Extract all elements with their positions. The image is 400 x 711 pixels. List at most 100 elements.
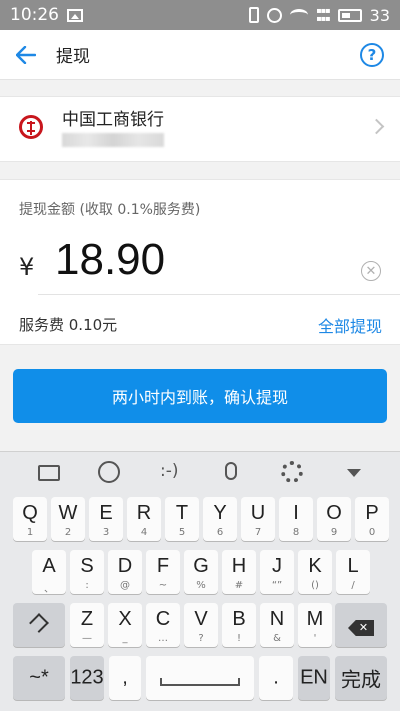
space-icon [160,678,240,686]
key-f-secondary: ~ [158,580,168,591]
key-l-secondary: / [351,580,355,591]
icbc-logo-icon [19,115,43,139]
key-m[interactable]: M ' [298,603,332,647]
settings-gear-icon[interactable] [281,461,303,483]
backspace-icon: ✕ [348,620,374,636]
key-k-label: K [308,555,322,577]
key-r[interactable]: R4 [127,497,161,541]
key-e-secondary: 3 [102,527,110,538]
key-t-secondary: 5 [178,527,186,538]
key-j[interactable]: J “” [260,550,294,594]
key-d-secondary: @ [120,580,130,591]
language-key[interactable]: EN [298,656,330,700]
key-a-label: A [42,555,56,577]
key-q[interactable]: Q1 [13,497,47,541]
amount-input[interactable]: 18.90 [55,235,165,285]
key-u-secondary: 7 [254,527,262,538]
key-o-label: O [326,502,342,524]
key-e[interactable]: E3 [89,497,123,541]
masked-account-number [62,133,164,147]
bank-card-selector[interactable]: 中国工商银行 [0,96,400,162]
key-w[interactable]: W2 [51,497,85,541]
key-t[interactable]: T5 [165,497,199,541]
key-u[interactable]: U7 [241,497,275,541]
key-j-secondary: “” [271,580,283,591]
key-g-secondary: % [196,580,206,591]
key-i[interactable]: I8 [279,497,313,541]
key-y-secondary: 6 [216,527,224,538]
done-key-label: 完成 [341,669,381,692]
key-g[interactable]: G% [184,550,218,594]
numbers-key[interactable]: 123 [70,656,104,700]
collapse-keyboard-icon[interactable] [347,469,361,477]
key-b-secondary: ! [236,633,241,644]
currency-symbol: ¥ [19,253,35,281]
key-w-label: W [58,502,78,524]
key-k[interactable]: K () [298,550,332,594]
key-j-label: J [272,555,282,577]
key-a[interactable]: A、 [32,550,66,595]
key-n[interactable]: N & [260,603,294,647]
bank-name: 中国工商银行 [62,110,164,130]
key-l[interactable]: L / [336,550,370,594]
key-n-secondary: & [273,633,281,644]
wifi-icon [290,9,309,21]
symbols-key-label: ~* [29,666,49,689]
key-b[interactable]: B! [222,603,256,647]
back-arrow-icon [16,45,36,64]
key-y[interactable]: Y6 [203,497,237,541]
key-d-label: D [117,555,133,577]
key-p[interactable]: P0 [355,497,389,541]
keyboard-toolbar: :-) [0,452,400,494]
key-h[interactable]: H # [222,550,256,594]
backspace-key[interactable]: ✕ [335,603,387,647]
key-q-label: Q [22,502,38,524]
help-button[interactable]: ? [360,43,384,67]
key-z[interactable]: Z — [70,603,104,647]
key-f-label: F [156,555,170,577]
key-x[interactable]: X _ [108,603,142,647]
language-key-label: EN [300,666,328,689]
key-v-secondary: ? [198,633,204,644]
key-g-label: G [193,555,209,577]
keyboard-icon[interactable] [38,465,60,481]
key-u-label: U [250,502,266,524]
comma-key[interactable]: , [109,656,141,700]
confirm-withdraw-button[interactable]: 两小时内到账，确认提现 [13,369,387,423]
key-v[interactable]: V? [184,603,218,647]
key-m-label: M [306,608,324,630]
numbers-key-label: 123 [70,666,104,689]
image-notification-icon [67,8,83,22]
clear-input-button[interactable]: ✕ [361,261,381,281]
period-key[interactable]: . [259,656,293,700]
key-d[interactable]: D @ [108,550,142,594]
key-v-label: V [194,608,208,630]
page-title: 提现 [56,47,90,67]
status-time: 10:26 [10,5,59,25]
key-s[interactable]: S: [70,550,104,594]
microphone-icon[interactable] [225,462,237,480]
symbols-key[interactable]: ~* [13,656,65,700]
key-c[interactable]: C… [146,603,180,647]
key-o[interactable]: O9 [317,497,351,541]
key-z-secondary: — [82,633,92,644]
key-f[interactable]: F ~ [146,550,180,594]
key-e-label: E [99,502,113,524]
chevron-right-icon [368,118,385,135]
help-icon: ? [367,46,377,64]
period-key-label: . [273,666,279,689]
key-q-secondary: 1 [26,527,34,538]
shift-icon [29,613,49,633]
smiley-icon[interactable] [98,461,120,483]
key-m-secondary: ' [313,633,317,644]
emoticon-button[interactable]: :-) [160,461,179,481]
space-key[interactable] [146,656,254,700]
vibrate-icon [249,7,260,23]
key-h-label: H [231,555,247,577]
done-key[interactable]: 完成 [335,656,387,700]
key-r-label: R [136,502,152,524]
key-k-secondary: () [311,580,319,591]
withdraw-all-link[interactable]: 全部提现 [318,313,382,337]
shift-key[interactable] [13,603,65,647]
back-button[interactable] [0,30,52,80]
